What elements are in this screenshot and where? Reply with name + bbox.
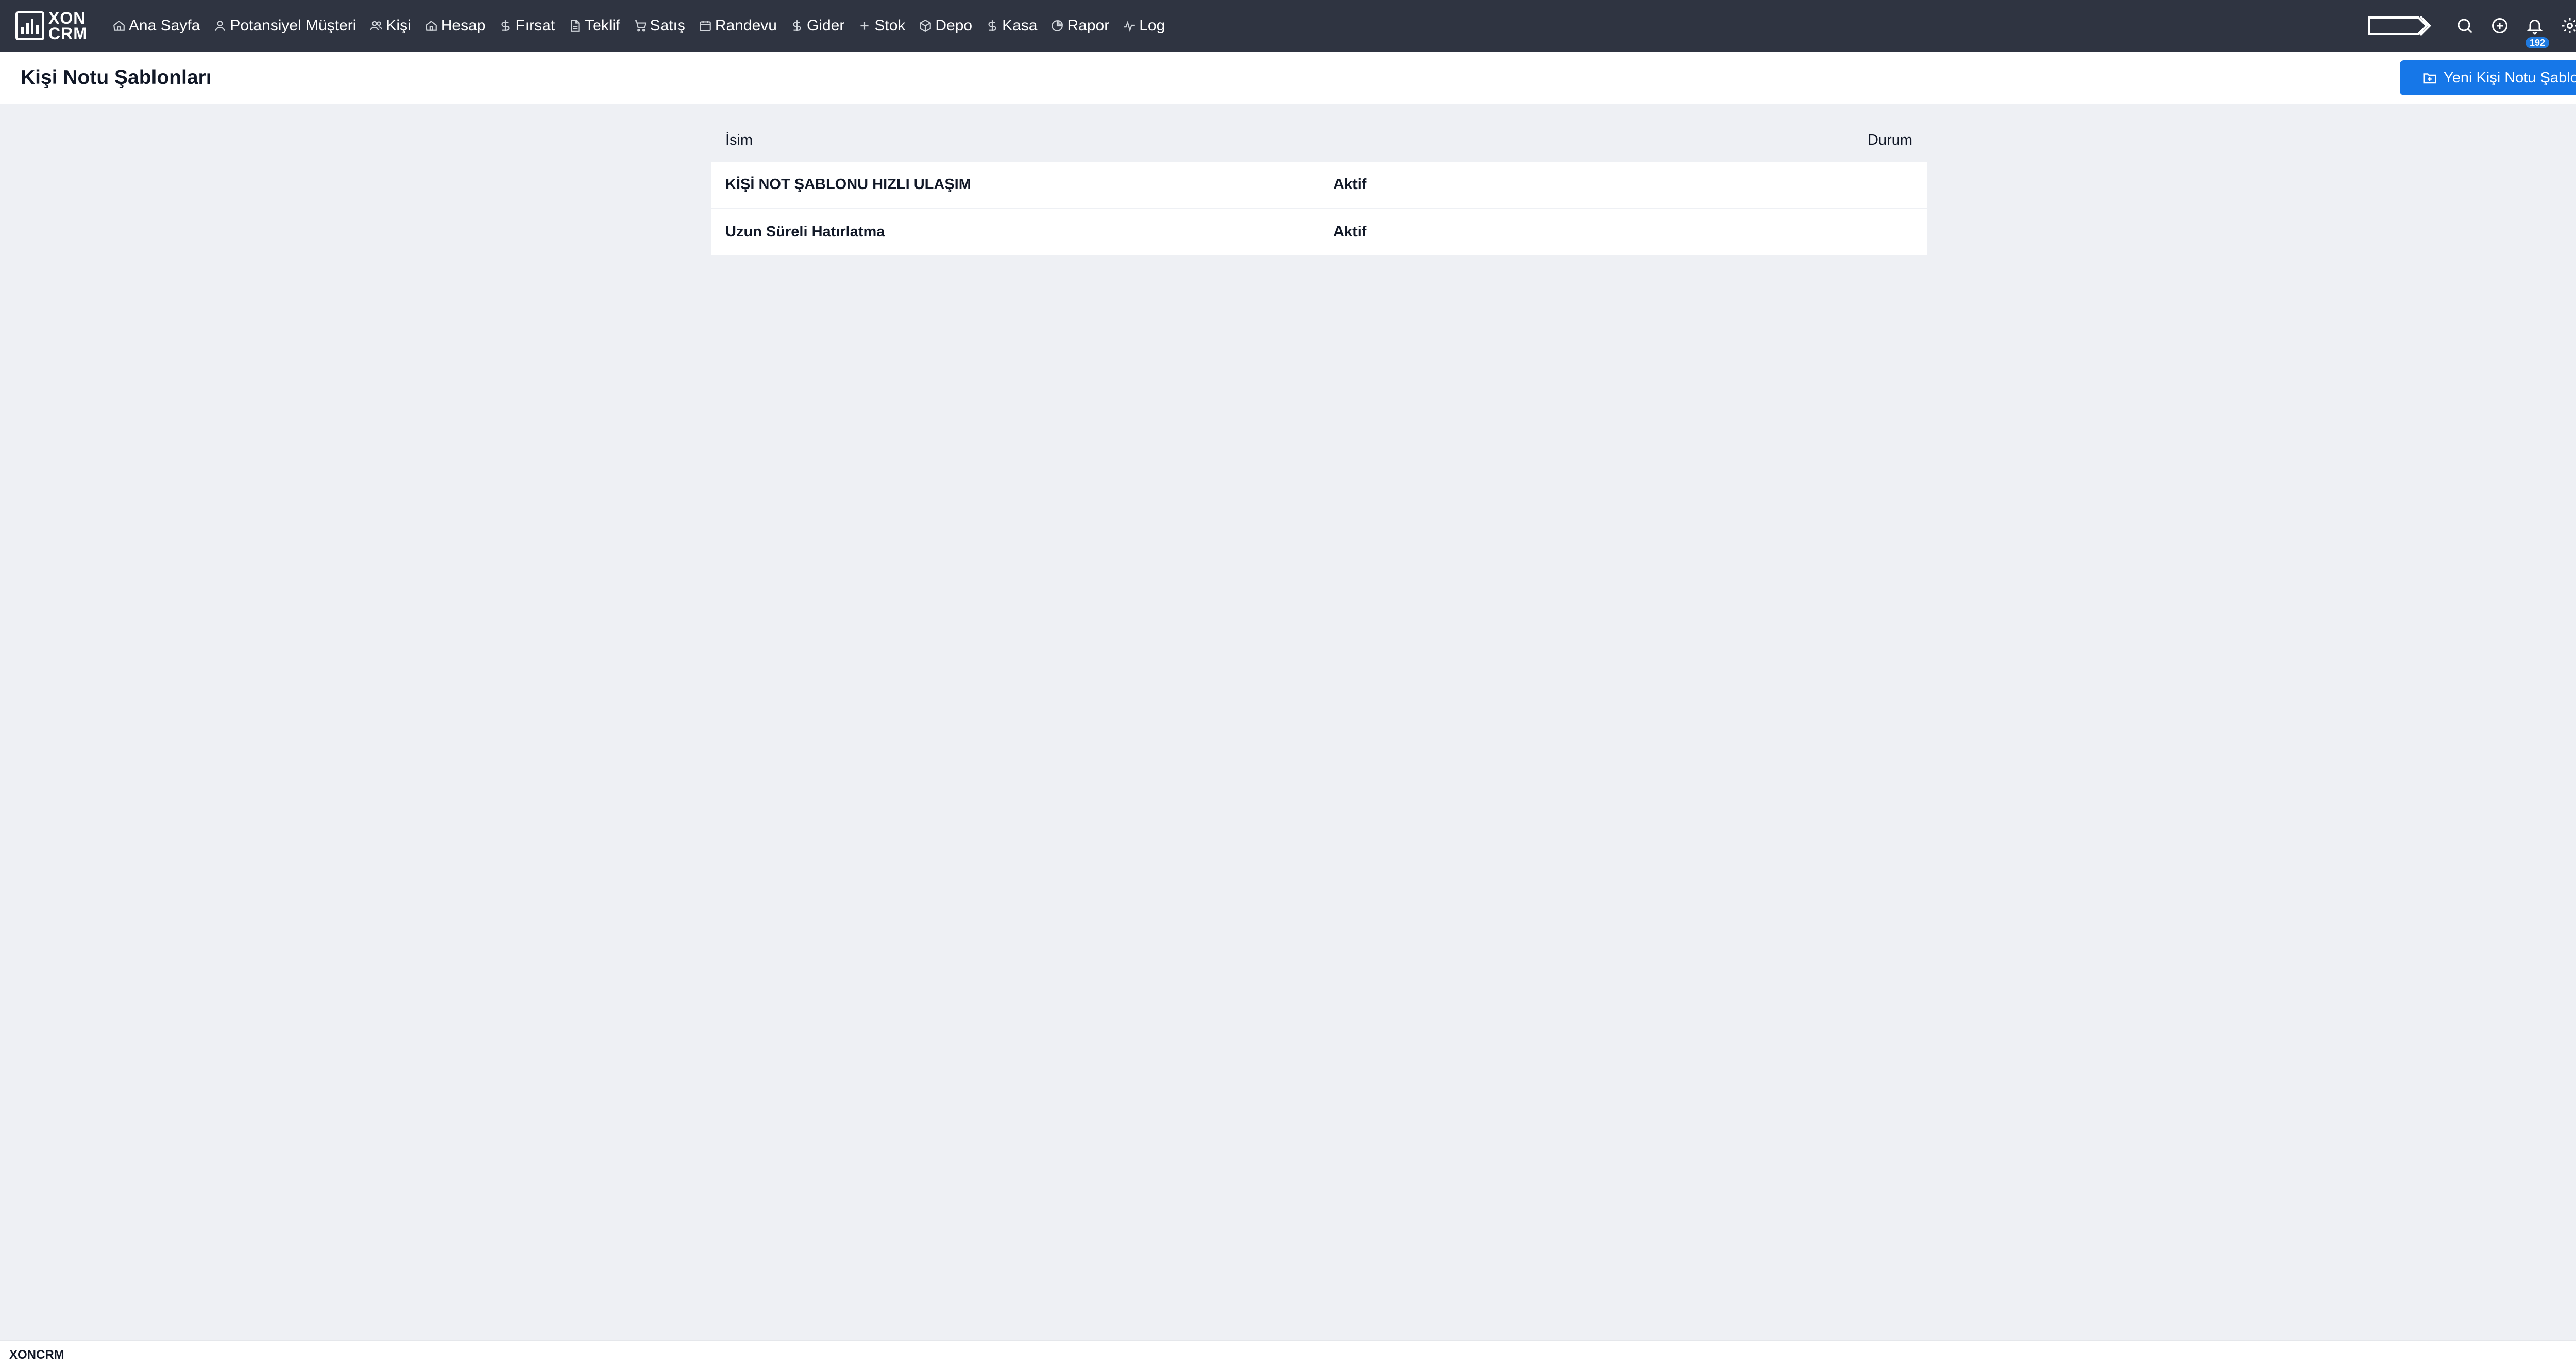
footer-text: XONCRM — [9, 1347, 64, 1362]
nav-label: Randevu — [715, 17, 777, 34]
nav-item-stok[interactable]: Stok — [853, 0, 913, 52]
box-icon — [919, 19, 932, 32]
table-row[interactable]: KİŞİ NOT ŞABLONU HIZLI ULAŞIM Aktif — [711, 162, 1927, 209]
nav-label: Rapor — [1067, 17, 1110, 34]
page-header: Kişi Notu Şablonları Yeni Kişi Notu Şabl… — [0, 52, 2576, 104]
settings-button[interactable] — [2552, 0, 2576, 52]
nav-label: Potansiyel Müşteri — [230, 17, 357, 34]
nav-label: Kişi — [386, 17, 411, 34]
column-header-name[interactable]: İsim — [725, 132, 753, 149]
bell-icon — [2527, 20, 2543, 35]
nav-item-teklif[interactable]: Teklif — [563, 0, 628, 52]
top-navbar: XON CRM Ana Sayfa Potansiyel Müşteri Kiş… — [0, 0, 2576, 52]
nav-label: Depo — [935, 17, 973, 34]
brand-line1: XON — [48, 9, 86, 27]
building-icon — [425, 19, 438, 32]
row-name: KİŞİ NOT ŞABLONU HIZLI ULAŞIM — [725, 176, 971, 193]
column-header-status[interactable]: Durum — [1868, 132, 1912, 149]
dollar-icon — [499, 19, 512, 32]
nav-label: Stok — [874, 17, 906, 34]
add-button[interactable] — [2482, 0, 2517, 52]
plus-circle-icon — [2492, 18, 2507, 33]
footer: XONCRM — [0, 1340, 2576, 1369]
nav-item-potansiyel-musteri[interactable]: Potansiyel Müşteri — [208, 0, 364, 52]
arrow-shape-icon[interactable] — [2367, 14, 2431, 37]
header-actions: 192 — [2367, 0, 2576, 52]
nav-item-satis[interactable]: Satış — [629, 0, 693, 52]
row-name: Uzun Süreli Hatırlatma — [725, 224, 885, 240]
nav-item-gider[interactable]: Gider — [785, 0, 853, 52]
nav-item-kisi[interactable]: Kişi — [364, 0, 419, 52]
brand-text: XON CRM — [48, 9, 88, 43]
nav-item-randevu[interactable]: Randevu — [693, 0, 785, 52]
new-template-button[interactable]: Yeni Kişi Notu Şablonu — [2400, 60, 2576, 95]
dollar-icon — [986, 19, 999, 32]
page-title: Kişi Notu Şablonları — [21, 66, 212, 89]
search-button[interactable] — [2447, 0, 2482, 52]
cart-icon — [634, 19, 647, 32]
activity-icon — [1123, 19, 1136, 32]
app-root: XON CRM Ana Sayfa Potansiyel Müşteri Kiş… — [0, 0, 2576, 1369]
notification-count-badge: 192 — [2526, 37, 2550, 48]
user-icon — [213, 19, 227, 32]
brand-line2: CRM — [48, 24, 88, 43]
brand-logo[interactable]: XON CRM — [15, 0, 88, 52]
plus-icon — [858, 19, 871, 32]
row-status: Aktif — [1333, 176, 1367, 193]
nav-label: Gider — [806, 17, 845, 34]
nav-item-log[interactable]: Log — [1117, 0, 1173, 52]
nav-label: Log — [1139, 17, 1165, 34]
folder-plus-icon — [2423, 73, 2436, 84]
nav-item-hesap[interactable]: Hesap — [419, 0, 494, 52]
table-header: İsim Durum — [711, 118, 1927, 162]
nav-label: Kasa — [1002, 17, 1038, 34]
nav-item-kasa[interactable]: Kasa — [980, 0, 1045, 52]
gear-icon — [2562, 18, 2576, 33]
nav-item-rapor[interactable]: Rapor — [1045, 0, 1117, 52]
chart-logo-icon — [15, 11, 44, 40]
main-nav: Ana Sayfa Potansiyel Müşteri Kişi Hesap … — [107, 0, 1173, 52]
nav-item-ana-sayfa[interactable]: Ana Sayfa — [107, 0, 208, 52]
row-status: Aktif — [1333, 224, 1367, 240]
nav-label: Satış — [650, 17, 685, 34]
home-icon — [112, 19, 126, 32]
notifications-button[interactable]: 192 — [2517, 0, 2552, 52]
new-template-button-label: Yeni Kişi Notu Şablonu — [2444, 69, 2576, 86]
templates-table: İsim Durum KİŞİ NOT ŞABLONU HIZLI ULAŞIM… — [711, 118, 1927, 255]
dollar-icon — [790, 19, 804, 32]
nav-label: Fırsat — [515, 17, 555, 34]
document-icon — [568, 19, 582, 32]
search-icon — [2458, 19, 2472, 33]
nav-label: Ana Sayfa — [128, 17, 200, 34]
nav-label: Hesap — [440, 17, 486, 34]
table-row[interactable]: Uzun Süreli Hatırlatma Aktif — [711, 209, 1927, 255]
nav-item-firsat[interactable]: Fırsat — [494, 0, 563, 52]
nav-label: Teklif — [585, 17, 620, 34]
calendar-icon — [699, 19, 712, 32]
users-icon — [369, 19, 383, 32]
nav-item-depo[interactable]: Depo — [913, 0, 980, 52]
pie-chart-icon — [1050, 19, 1064, 32]
